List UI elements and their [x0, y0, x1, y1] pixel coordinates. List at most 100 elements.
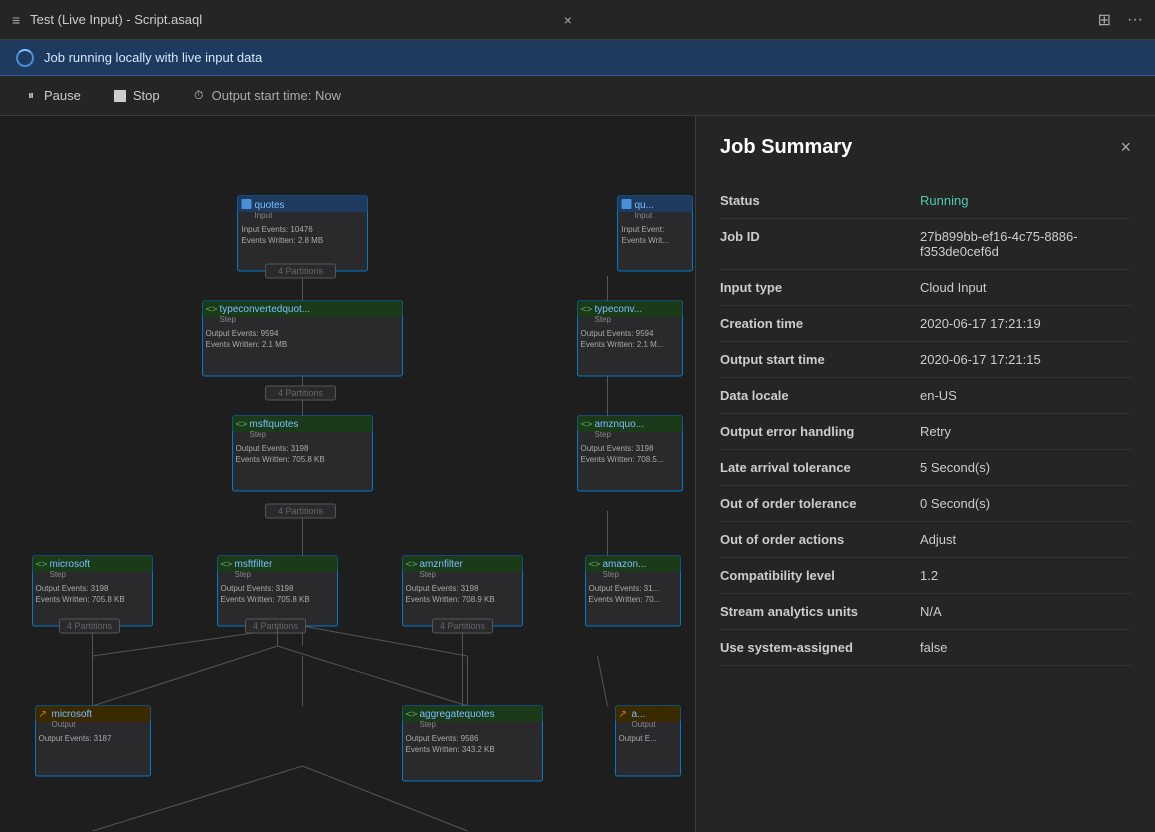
summary-label: Data locale [720, 378, 920, 414]
svg-text:Events Written: 343.2 KB: Events Written: 343.2 KB [406, 745, 495, 754]
summary-value: 2020-06-17 17:21:19 [920, 306, 1131, 342]
svg-text:<>: <> [206, 304, 218, 315]
svg-text:quotes: quotes [255, 200, 285, 211]
summary-row: Output error handlingRetry [720, 414, 1131, 450]
tab-title: Test (Live Input) - Script.asaql [30, 12, 556, 27]
pause-button[interactable]: Pause [16, 84, 89, 107]
svg-text:Output Events: 31...: Output Events: 31... [589, 584, 660, 593]
summary-row: Out of order actionsAdjust [720, 522, 1131, 558]
summary-label: Stream analytics units [720, 594, 920, 630]
summary-label: Compatibility level [720, 558, 920, 594]
summary-value: 5 Second(s) [920, 450, 1131, 486]
svg-text:aggregatequotes: aggregatequotes [420, 709, 495, 720]
toolbar: Pause Stop Output start time: Now [0, 76, 1155, 116]
svg-text:Events Written: 2.8 MB: Events Written: 2.8 MB [242, 236, 324, 245]
summary-value: Adjust [920, 522, 1131, 558]
svg-text:microsoft: microsoft [50, 559, 91, 570]
svg-text:amznfilter: amznfilter [420, 559, 464, 570]
panel-header: Job Summary × [720, 136, 1131, 159]
loading-spinner [16, 49, 34, 67]
summary-value: 0 Second(s) [920, 486, 1131, 522]
summary-row: Input typeCloud Input [720, 270, 1131, 306]
svg-text:4 Partitions: 4 Partitions [278, 388, 324, 398]
svg-text:4 Partitions: 4 Partitions [440, 621, 486, 631]
svg-text:typeconvertedquot...: typeconvertedquot... [220, 304, 311, 315]
svg-text:msftfilter: msftfilter [235, 559, 273, 570]
svg-text:Output: Output [632, 720, 657, 729]
svg-text:Input: Input [255, 211, 274, 220]
svg-text:Step: Step [420, 570, 437, 579]
svg-text:Output Events: 3198: Output Events: 3198 [406, 584, 479, 593]
svg-text:Events Written: 70...: Events Written: 70... [589, 595, 661, 604]
svg-text:Step: Step [595, 430, 612, 439]
svg-text:amazon...: amazon... [603, 559, 647, 570]
svg-text:Step: Step [595, 315, 612, 324]
svg-text:<>: <> [581, 304, 593, 315]
stop-label: Stop [133, 88, 160, 103]
svg-text:Output Events: 3198: Output Events: 3198 [221, 584, 294, 593]
svg-text:qu...: qu... [635, 200, 654, 211]
panel-close-button[interactable]: × [1120, 137, 1131, 158]
stop-button[interactable]: Stop [105, 84, 168, 107]
svg-text:Output Events: 9594: Output Events: 9594 [581, 329, 654, 338]
summary-label: Use system-assigned [720, 630, 920, 666]
svg-text:<>: <> [406, 709, 418, 720]
summary-row: Late arrival tolerance5 Second(s) [720, 450, 1131, 486]
summary-row: Output start time2020-06-17 17:21:15 [720, 342, 1131, 378]
summary-label: Output start time [720, 342, 920, 378]
summary-row: Out of order tolerance0 Second(s) [720, 486, 1131, 522]
svg-text:typeconv...: typeconv... [595, 304, 643, 315]
summary-row: Compatibility level1.2 [720, 558, 1131, 594]
summary-row: Use system-assignedfalse [720, 630, 1131, 666]
menu-icon[interactable]: ≡ [12, 12, 20, 28]
output-start-time-button[interactable]: Output start time: Now [184, 84, 349, 107]
svg-text:↗: ↗ [39, 709, 47, 720]
svg-text:Output Events: 3198: Output Events: 3198 [581, 444, 654, 453]
summary-label: Creation time [720, 306, 920, 342]
summary-row: Job ID27b899bb-ef16-4c75-8886-f353de0cef… [720, 219, 1131, 270]
more-icon[interactable]: ··· [1127, 11, 1143, 29]
svg-text:Input: Input [635, 211, 654, 220]
svg-text:Step: Step [220, 315, 237, 324]
svg-text:<>: <> [589, 559, 601, 570]
svg-text:Output Events: 3198: Output Events: 3198 [36, 584, 109, 593]
diagram-area[interactable]: quotes Input Input Events: 10476 Events … [0, 116, 695, 832]
svg-text:microsoft: microsoft [52, 709, 93, 720]
svg-text:msftquotes: msftquotes [250, 419, 299, 430]
svg-text:Events Written: 2.1 MB: Events Written: 2.1 MB [206, 340, 288, 349]
summary-row: Stream analytics unitsN/A [720, 594, 1131, 630]
summary-value: 27b899bb-ef16-4c75-8886-f353de0cef6d [920, 219, 1131, 270]
svg-text:a...: a... [632, 709, 646, 720]
svg-text:<>: <> [581, 419, 593, 430]
summary-value: Running [920, 183, 1131, 219]
diagram-svg: quotes Input Input Events: 10476 Events … [0, 116, 695, 832]
svg-text:Events Written: 708.5...: Events Written: 708.5... [581, 455, 664, 464]
stop-icon [113, 89, 127, 103]
svg-text:Step: Step [50, 570, 67, 579]
svg-text:<>: <> [406, 559, 418, 570]
svg-text:Output E...: Output E... [619, 734, 657, 743]
summary-row: Data localeen-US [720, 378, 1131, 414]
layout-icon[interactable]: ⊞ [1098, 10, 1111, 30]
summary-value: 1.2 [920, 558, 1131, 594]
summary-label: Status [720, 183, 920, 219]
svg-text:Output Events: 3187: Output Events: 3187 [39, 734, 112, 743]
summary-value: Retry [920, 414, 1131, 450]
svg-text:<>: <> [36, 559, 48, 570]
status-bar: Job running locally with live input data [0, 40, 1155, 76]
summary-label: Job ID [720, 219, 920, 270]
pause-icon [24, 89, 38, 103]
window-actions: ⊞ ··· [1098, 10, 1143, 30]
svg-text:amznquo...: amznquo... [595, 419, 644, 430]
svg-text:<>: <> [236, 419, 248, 430]
svg-text:Output Events: 9586: Output Events: 9586 [406, 734, 479, 743]
summary-value: en-US [920, 378, 1131, 414]
summary-row: Creation time2020-06-17 17:21:19 [720, 306, 1131, 342]
summary-table: StatusRunningJob ID27b899bb-ef16-4c75-88… [720, 183, 1131, 666]
svg-text:Output Events: 3198: Output Events: 3198 [236, 444, 309, 453]
summary-label: Out of order actions [720, 522, 920, 558]
summary-value: false [920, 630, 1131, 666]
svg-text:Events Writ...: Events Writ... [622, 236, 669, 245]
tab-close-icon[interactable]: × [564, 12, 572, 28]
svg-text:Events Written: 705.8 KB: Events Written: 705.8 KB [221, 595, 310, 604]
